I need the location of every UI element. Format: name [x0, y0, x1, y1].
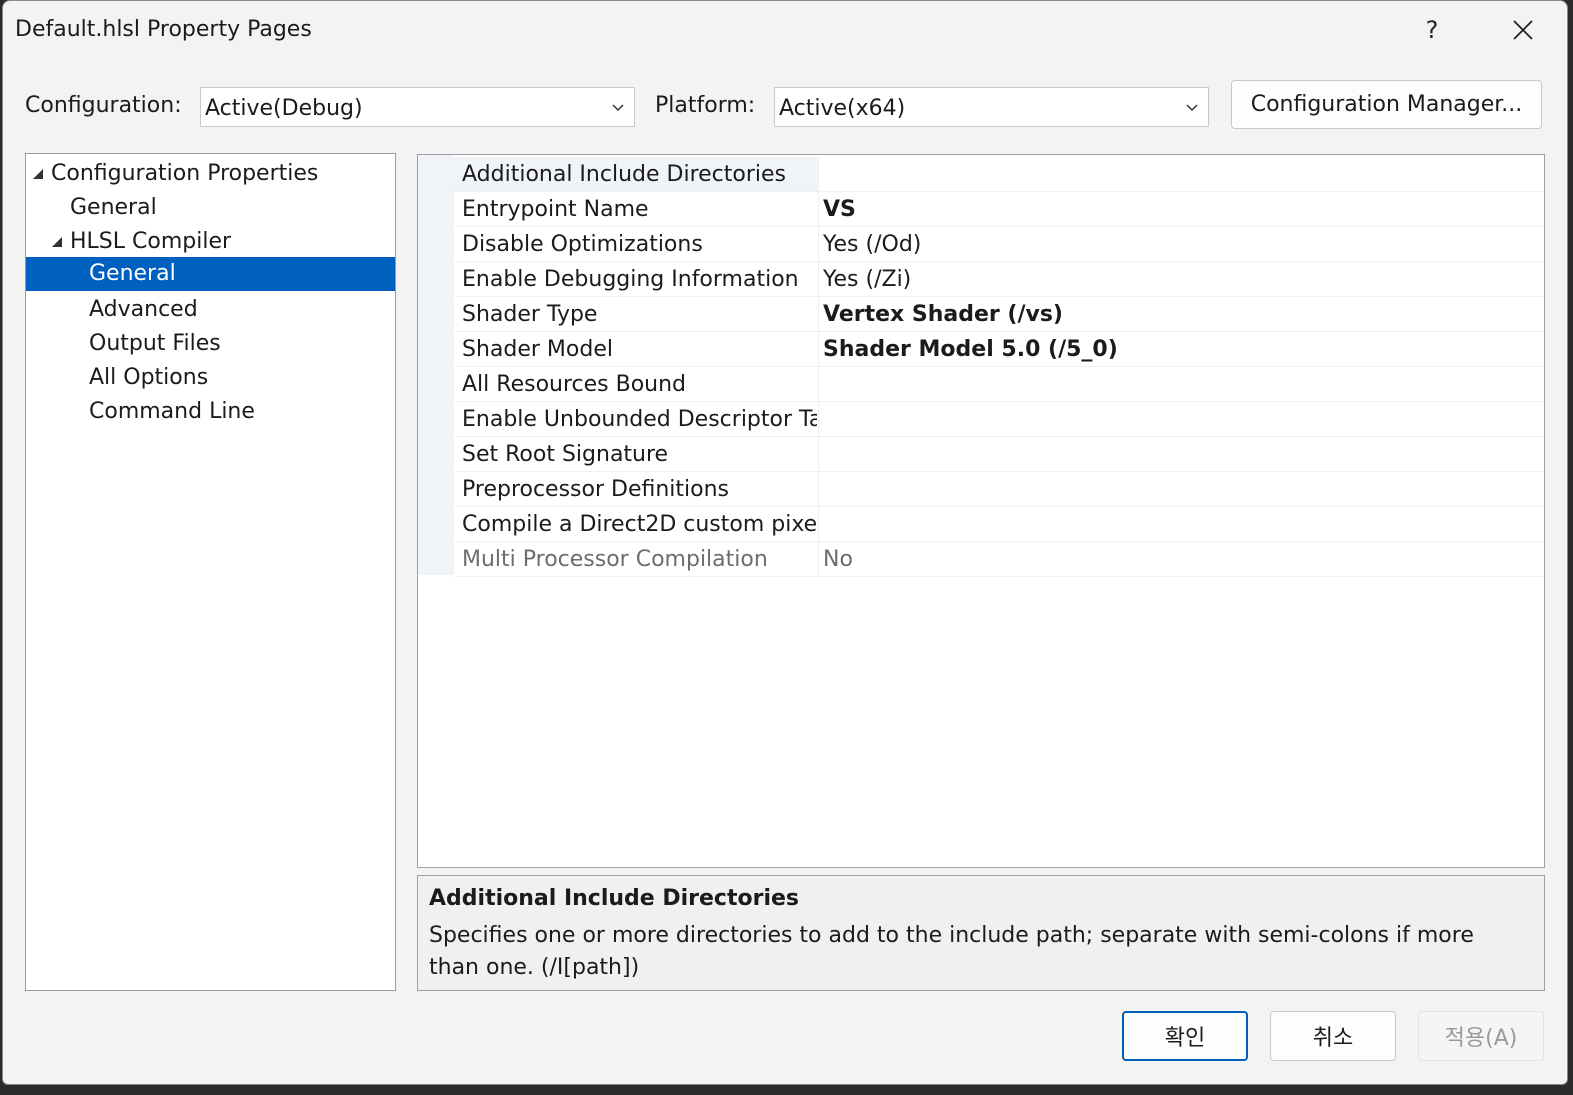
property-row[interactable]: Shader Type Vertex Shader (/vs)	[454, 297, 1544, 332]
property-pages-dialog: Default.hlsl Property Pages ? Configurat…	[2, 0, 1568, 1085]
title-bar: Default.hlsl Property Pages ?	[3, 1, 1567, 61]
property-row[interactable]: Disable Optimizations Yes (/Od)	[454, 227, 1544, 262]
platform-label: Platform:	[655, 93, 756, 118]
chevron-down-icon	[612, 104, 624, 112]
tree-item-command-line[interactable]: Command Line	[26, 395, 395, 429]
tree-item-label: Command Line	[89, 399, 255, 424]
property-grid: Additional Include Directories Entrypoin…	[417, 154, 1545, 868]
property-row[interactable]: Preprocessor Definitions	[454, 472, 1544, 507]
tree-item-hlsl-general[interactable]: General	[26, 257, 395, 291]
grid-gutter	[418, 155, 454, 575]
tree-item-general[interactable]: General	[26, 191, 395, 225]
property-row[interactable]: Multi Processor Compilation No	[454, 542, 1544, 577]
property-value: VS	[823, 197, 856, 222]
configuration-label: Configuration:	[25, 93, 182, 118]
ok-button[interactable]: 확인	[1122, 1011, 1248, 1061]
property-value: Yes (/Zi)	[823, 267, 912, 292]
platform-value: Active(x64)	[779, 96, 906, 121]
configuration-manager-button[interactable]: Configuration Manager...	[1231, 80, 1542, 129]
tree-item-label: General	[70, 195, 157, 220]
property-value: Yes (/Od)	[823, 232, 922, 257]
cancel-button[interactable]: 취소	[1270, 1011, 1396, 1061]
property-row[interactable]: Set Root Signature	[454, 437, 1544, 472]
property-row[interactable]: Shader Model Shader Model 5.0 (/5_0)	[454, 332, 1544, 367]
description-title: Additional Include Directories	[429, 886, 800, 911]
property-name: Compile a Direct2D custom pixel	[462, 512, 817, 537]
tree-item-label: Output Files	[89, 331, 221, 356]
property-row[interactable]: Additional Include Directories	[454, 157, 1544, 192]
property-row[interactable]: All Resources Bound	[454, 367, 1544, 402]
property-name: Shader Model	[462, 337, 613, 362]
property-name: Enable Debugging Information	[462, 267, 799, 292]
collapse-triangle-icon[interactable]	[52, 225, 64, 259]
property-value: No	[823, 547, 853, 572]
chevron-down-icon	[1186, 104, 1198, 112]
tree-item-label: HLSL Compiler	[70, 229, 232, 254]
property-name: Enable Unbounded Descriptor Ta	[462, 407, 817, 432]
property-tree: Configuration Properties General HLSL Co…	[25, 153, 396, 991]
property-value: Shader Model 5.0 (/5_0)	[823, 337, 1118, 362]
tree-item-hlsl-compiler[interactable]: HLSL Compiler	[26, 225, 395, 259]
property-name: All Resources Bound	[462, 372, 687, 397]
apply-button[interactable]: 적용(A)	[1418, 1011, 1544, 1061]
close-icon	[1513, 20, 1533, 40]
description-panel: Additional Include Directories Specifies…	[417, 875, 1545, 991]
collapse-triangle-icon[interactable]	[33, 157, 45, 191]
tree-item-output-files[interactable]: Output Files	[26, 327, 395, 361]
property-row[interactable]: Enable Debugging Information Yes (/Zi)	[454, 262, 1544, 297]
tree-item-configuration-properties[interactable]: Configuration Properties	[26, 157, 395, 191]
property-row[interactable]: Compile a Direct2D custom pixel	[454, 507, 1544, 542]
property-value: Vertex Shader (/vs)	[823, 302, 1063, 327]
property-row[interactable]: Enable Unbounded Descriptor Ta	[454, 402, 1544, 437]
property-name: Preprocessor Definitions	[462, 477, 730, 502]
property-name: Disable Optimizations	[462, 232, 703, 257]
tree-item-label: Advanced	[89, 297, 198, 322]
property-row[interactable]: Entrypoint Name VS	[454, 192, 1544, 227]
configuration-value: Active(Debug)	[205, 96, 363, 121]
window-title: Default.hlsl Property Pages	[15, 17, 312, 42]
property-name: Shader Type	[462, 302, 598, 327]
tree-item-label: Configuration Properties	[51, 161, 319, 186]
configuration-dropdown[interactable]: Active(Debug)	[200, 87, 635, 127]
help-button[interactable]: ?	[1408, 7, 1456, 53]
tree-item-advanced[interactable]: Advanced	[26, 293, 395, 327]
tree-item-label: All Options	[89, 365, 209, 390]
description-text: Specifies one or more directories to add…	[429, 923, 1474, 980]
close-button[interactable]	[1499, 7, 1547, 53]
property-name: Multi Processor Compilation	[462, 547, 768, 572]
tree-item-label: General	[89, 261, 176, 286]
property-name: Set Root Signature	[462, 442, 669, 467]
tree-item-all-options[interactable]: All Options	[26, 361, 395, 395]
property-name: Additional Include Directories	[462, 162, 786, 187]
property-name: Entrypoint Name	[462, 197, 649, 222]
platform-dropdown[interactable]: Active(x64)	[774, 87, 1209, 127]
